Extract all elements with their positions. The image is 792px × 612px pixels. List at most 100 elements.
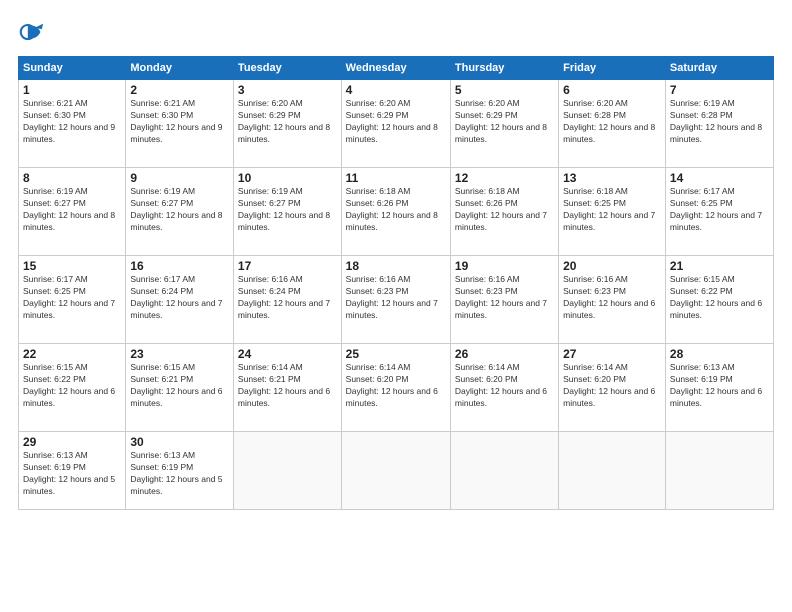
- day-info: Sunrise: 6:15 AM Sunset: 6:22 PM Dayligh…: [670, 274, 769, 322]
- calendar-day-cell: 2 Sunrise: 6:21 AM Sunset: 6:30 PM Dayli…: [126, 80, 234, 168]
- calendar-day-cell: 25 Sunrise: 6:14 AM Sunset: 6:20 PM Dayl…: [341, 344, 450, 432]
- calendar-day-cell: 28 Sunrise: 6:13 AM Sunset: 6:19 PM Dayl…: [665, 344, 773, 432]
- day-number: 19: [455, 259, 554, 273]
- day-number: 20: [563, 259, 661, 273]
- logo-icon: [18, 18, 46, 46]
- day-info: Sunrise: 6:13 AM Sunset: 6:19 PM Dayligh…: [130, 450, 229, 498]
- day-number: 9: [130, 171, 229, 185]
- day-number: 21: [670, 259, 769, 273]
- calendar-day-cell: 26 Sunrise: 6:14 AM Sunset: 6:20 PM Dayl…: [450, 344, 558, 432]
- day-info: Sunrise: 6:20 AM Sunset: 6:29 PM Dayligh…: [238, 98, 337, 146]
- day-info: Sunrise: 6:16 AM Sunset: 6:24 PM Dayligh…: [238, 274, 337, 322]
- day-number: 5: [455, 83, 554, 97]
- day-info: Sunrise: 6:14 AM Sunset: 6:20 PM Dayligh…: [346, 362, 446, 410]
- calendar-day-cell: [341, 432, 450, 510]
- calendar-day-cell: 7 Sunrise: 6:19 AM Sunset: 6:28 PM Dayli…: [665, 80, 773, 168]
- calendar-day-cell: 4 Sunrise: 6:20 AM Sunset: 6:29 PM Dayli…: [341, 80, 450, 168]
- day-info: Sunrise: 6:20 AM Sunset: 6:28 PM Dayligh…: [563, 98, 661, 146]
- day-info: Sunrise: 6:16 AM Sunset: 6:23 PM Dayligh…: [346, 274, 446, 322]
- day-number: 3: [238, 83, 337, 97]
- day-number: 17: [238, 259, 337, 273]
- day-number: 22: [23, 347, 121, 361]
- day-info: Sunrise: 6:15 AM Sunset: 6:21 PM Dayligh…: [130, 362, 229, 410]
- calendar-week-row: 22 Sunrise: 6:15 AM Sunset: 6:22 PM Dayl…: [19, 344, 774, 432]
- calendar-day-cell: 8 Sunrise: 6:19 AM Sunset: 6:27 PM Dayli…: [19, 168, 126, 256]
- day-info: Sunrise: 6:18 AM Sunset: 6:26 PM Dayligh…: [455, 186, 554, 234]
- calendar-week-row: 29 Sunrise: 6:13 AM Sunset: 6:19 PM Dayl…: [19, 432, 774, 510]
- calendar-week-row: 1 Sunrise: 6:21 AM Sunset: 6:30 PM Dayli…: [19, 80, 774, 168]
- day-info: Sunrise: 6:17 AM Sunset: 6:24 PM Dayligh…: [130, 274, 229, 322]
- calendar-body: 1 Sunrise: 6:21 AM Sunset: 6:30 PM Dayli…: [19, 80, 774, 510]
- calendar-day-cell: [450, 432, 558, 510]
- calendar-header-row: SundayMondayTuesdayWednesdayThursdayFrid…: [19, 57, 774, 80]
- calendar-day-cell: 9 Sunrise: 6:19 AM Sunset: 6:27 PM Dayli…: [126, 168, 234, 256]
- calendar-day-cell: 10 Sunrise: 6:19 AM Sunset: 6:27 PM Dayl…: [233, 168, 341, 256]
- calendar-day-cell: 20 Sunrise: 6:16 AM Sunset: 6:23 PM Dayl…: [559, 256, 666, 344]
- day-number: 15: [23, 259, 121, 273]
- day-number: 13: [563, 171, 661, 185]
- day-number: 29: [23, 435, 121, 449]
- calendar-week-row: 8 Sunrise: 6:19 AM Sunset: 6:27 PM Dayli…: [19, 168, 774, 256]
- calendar-day-cell: 30 Sunrise: 6:13 AM Sunset: 6:19 PM Dayl…: [126, 432, 234, 510]
- calendar-day-cell: [665, 432, 773, 510]
- calendar-header-cell: Thursday: [450, 57, 558, 80]
- day-info: Sunrise: 6:16 AM Sunset: 6:23 PM Dayligh…: [563, 274, 661, 322]
- calendar-day-cell: 21 Sunrise: 6:15 AM Sunset: 6:22 PM Dayl…: [665, 256, 773, 344]
- calendar-week-row: 15 Sunrise: 6:17 AM Sunset: 6:25 PM Dayl…: [19, 256, 774, 344]
- day-info: Sunrise: 6:17 AM Sunset: 6:25 PM Dayligh…: [23, 274, 121, 322]
- calendar-header-cell: Wednesday: [341, 57, 450, 80]
- day-info: Sunrise: 6:14 AM Sunset: 6:21 PM Dayligh…: [238, 362, 337, 410]
- calendar-day-cell: 16 Sunrise: 6:17 AM Sunset: 6:24 PM Dayl…: [126, 256, 234, 344]
- calendar: SundayMondayTuesdayWednesdayThursdayFrid…: [18, 56, 774, 510]
- day-info: Sunrise: 6:15 AM Sunset: 6:22 PM Dayligh…: [23, 362, 121, 410]
- day-number: 25: [346, 347, 446, 361]
- day-number: 1: [23, 83, 121, 97]
- calendar-day-cell: 3 Sunrise: 6:20 AM Sunset: 6:29 PM Dayli…: [233, 80, 341, 168]
- calendar-header-cell: Saturday: [665, 57, 773, 80]
- day-info: Sunrise: 6:16 AM Sunset: 6:23 PM Dayligh…: [455, 274, 554, 322]
- day-info: Sunrise: 6:14 AM Sunset: 6:20 PM Dayligh…: [455, 362, 554, 410]
- calendar-day-cell: [233, 432, 341, 510]
- day-number: 16: [130, 259, 229, 273]
- day-number: 8: [23, 171, 121, 185]
- calendar-day-cell: 1 Sunrise: 6:21 AM Sunset: 6:30 PM Dayli…: [19, 80, 126, 168]
- calendar-day-cell: 22 Sunrise: 6:15 AM Sunset: 6:22 PM Dayl…: [19, 344, 126, 432]
- day-number: 2: [130, 83, 229, 97]
- calendar-day-cell: 18 Sunrise: 6:16 AM Sunset: 6:23 PM Dayl…: [341, 256, 450, 344]
- calendar-day-cell: 15 Sunrise: 6:17 AM Sunset: 6:25 PM Dayl…: [19, 256, 126, 344]
- calendar-header-cell: Friday: [559, 57, 666, 80]
- calendar-day-cell: 13 Sunrise: 6:18 AM Sunset: 6:25 PM Dayl…: [559, 168, 666, 256]
- calendar-day-cell: 24 Sunrise: 6:14 AM Sunset: 6:21 PM Dayl…: [233, 344, 341, 432]
- calendar-day-cell: 6 Sunrise: 6:20 AM Sunset: 6:28 PM Dayli…: [559, 80, 666, 168]
- day-number: 28: [670, 347, 769, 361]
- header: [18, 18, 774, 46]
- calendar-day-cell: 11 Sunrise: 6:18 AM Sunset: 6:26 PM Dayl…: [341, 168, 450, 256]
- day-number: 24: [238, 347, 337, 361]
- calendar-day-cell: 14 Sunrise: 6:17 AM Sunset: 6:25 PM Dayl…: [665, 168, 773, 256]
- day-number: 27: [563, 347, 661, 361]
- day-info: Sunrise: 6:20 AM Sunset: 6:29 PM Dayligh…: [455, 98, 554, 146]
- day-info: Sunrise: 6:21 AM Sunset: 6:30 PM Dayligh…: [130, 98, 229, 146]
- calendar-day-cell: 29 Sunrise: 6:13 AM Sunset: 6:19 PM Dayl…: [19, 432, 126, 510]
- calendar-day-cell: 17 Sunrise: 6:16 AM Sunset: 6:24 PM Dayl…: [233, 256, 341, 344]
- calendar-day-cell: 5 Sunrise: 6:20 AM Sunset: 6:29 PM Dayli…: [450, 80, 558, 168]
- calendar-day-cell: 12 Sunrise: 6:18 AM Sunset: 6:26 PM Dayl…: [450, 168, 558, 256]
- page: SundayMondayTuesdayWednesdayThursdayFrid…: [0, 0, 792, 612]
- calendar-header-cell: Monday: [126, 57, 234, 80]
- day-info: Sunrise: 6:18 AM Sunset: 6:25 PM Dayligh…: [563, 186, 661, 234]
- day-number: 18: [346, 259, 446, 273]
- day-info: Sunrise: 6:19 AM Sunset: 6:27 PM Dayligh…: [238, 186, 337, 234]
- day-number: 4: [346, 83, 446, 97]
- day-info: Sunrise: 6:19 AM Sunset: 6:28 PM Dayligh…: [670, 98, 769, 146]
- calendar-day-cell: 19 Sunrise: 6:16 AM Sunset: 6:23 PM Dayl…: [450, 256, 558, 344]
- day-info: Sunrise: 6:17 AM Sunset: 6:25 PM Dayligh…: [670, 186, 769, 234]
- day-info: Sunrise: 6:20 AM Sunset: 6:29 PM Dayligh…: [346, 98, 446, 146]
- calendar-day-cell: 23 Sunrise: 6:15 AM Sunset: 6:21 PM Dayl…: [126, 344, 234, 432]
- day-info: Sunrise: 6:13 AM Sunset: 6:19 PM Dayligh…: [670, 362, 769, 410]
- calendar-header-cell: Sunday: [19, 57, 126, 80]
- calendar-day-cell: [559, 432, 666, 510]
- logo: [18, 18, 50, 46]
- day-number: 12: [455, 171, 554, 185]
- day-number: 6: [563, 83, 661, 97]
- day-info: Sunrise: 6:13 AM Sunset: 6:19 PM Dayligh…: [23, 450, 121, 498]
